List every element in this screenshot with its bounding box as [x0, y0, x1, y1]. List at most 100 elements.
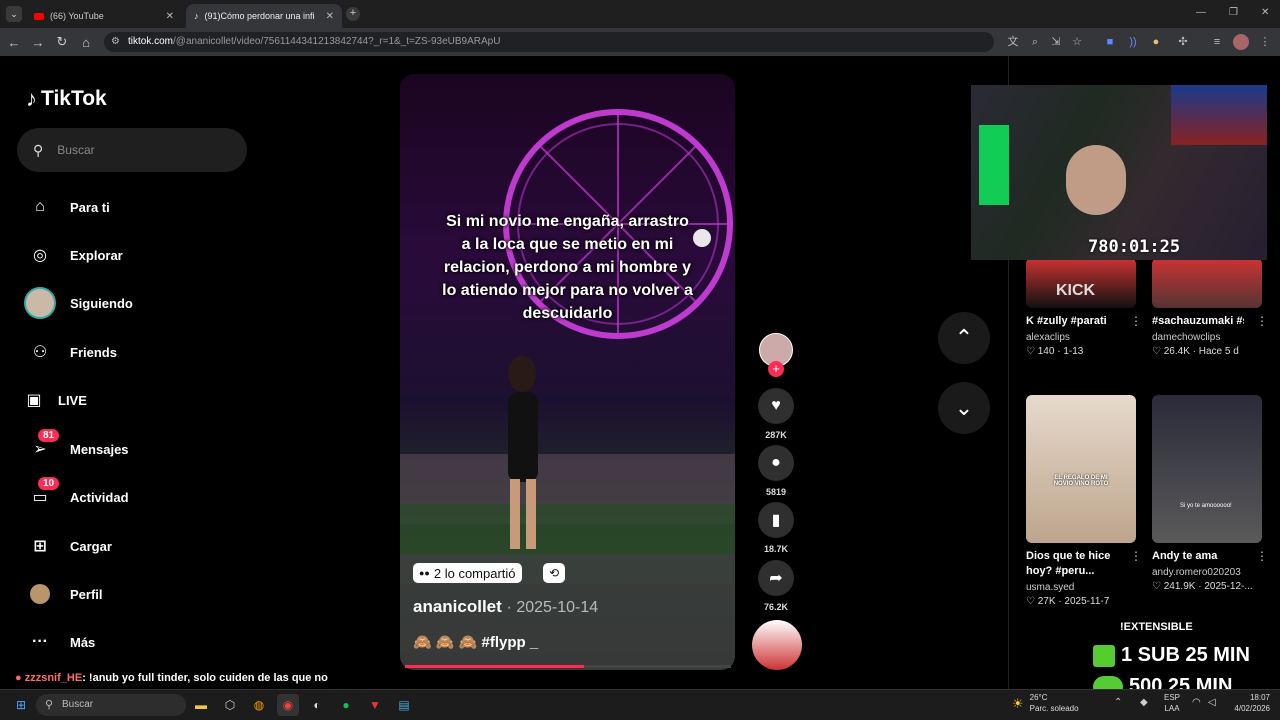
browser-tab-bar: ⌄ (66) YouTube ✕ ♪ (91)Cómo perdonar una… — [0, 0, 1280, 28]
thumbnail[interactable]: Si yo te amoooooo! — [1152, 395, 1262, 543]
audio-extension-icon[interactable]: )) — [1125, 34, 1141, 50]
card-user[interactable]: damechowclips — [1152, 332, 1262, 343]
install-icon[interactable]: ⇲ — [1048, 34, 1064, 50]
input-language[interactable]: ESP LAA — [1164, 692, 1180, 714]
video-author[interactable]: ananicollet · 2025-10-14 — [413, 597, 598, 617]
video-hashtags[interactable]: 🙈 🙈 🙈 #flypp _ — [413, 633, 538, 651]
recommended-card[interactable]: KICK K #zully #parati ⋮ alexaclips ♡ 140… — [1026, 258, 1142, 357]
sub-rate: 1 SUB 25 MIN — [1093, 644, 1250, 667]
thumbnail[interactable]: KICK — [1026, 258, 1136, 308]
thumbnail[interactable] — [1152, 258, 1262, 308]
video-progress-bar[interactable] — [405, 665, 731, 668]
forward-icon[interactable]: → — [26, 35, 50, 50]
shared-by-chip[interactable]: ●● 2 lo compartió — [413, 563, 522, 583]
card-user[interactable]: andy.romero020203 — [1152, 567, 1262, 578]
menu-kebab-icon[interactable]: ⋮ — [1257, 34, 1273, 50]
previous-video-button[interactable]: ⌃ — [938, 312, 990, 364]
site-info-icon[interactable]: ⚙ — [111, 32, 120, 52]
close-icon[interactable]: ✕ — [326, 11, 334, 22]
more-options-icon[interactable]: ⋮ — [1256, 549, 1268, 563]
media-control-icon[interactable]: ≡ — [1209, 34, 1225, 50]
comment-action[interactable]: ● 5819 — [758, 445, 794, 497]
taskbar-clock[interactable]: 18:07 4/02/2026 — [1226, 692, 1270, 714]
like-count: 287K — [765, 430, 787, 440]
extension-icon[interactable]: ● — [1148, 34, 1164, 50]
bookmark-star-icon[interactable]: ☆ — [1069, 34, 1085, 50]
card-user[interactable]: usma.syed — [1026, 582, 1136, 593]
nav-live[interactable]: ▣ LIVE — [18, 382, 86, 418]
chrome-icon[interactable]: ◉ — [277, 694, 299, 716]
music-disc-icon[interactable] — [752, 620, 802, 670]
bookmark-icon[interactable]: ▮ — [758, 502, 794, 538]
back-icon[interactable]: ← — [2, 35, 26, 50]
nav-mas[interactable]: ··· Más — [24, 624, 95, 660]
recommended-card[interactable]: EL REGALO DE MI NOVIO VINO ROTO Dios que… — [1026, 395, 1142, 607]
nav-mensajes[interactable]: ➢ 81 Mensajes — [24, 429, 129, 467]
more-options-icon[interactable]: ⋮ — [1130, 549, 1142, 563]
heart-icon[interactable]: ♥ — [758, 388, 794, 424]
tab-tiktok[interactable]: ♪ (91)Cómo perdonar una infidelid ✕ — [186, 4, 342, 28]
reload-icon[interactable]: ↻ — [50, 34, 74, 50]
more-options-icon[interactable]: ⋮ — [1130, 314, 1142, 328]
valorant-icon[interactable]: ▼ — [364, 694, 386, 716]
share-icon[interactable]: ➦ — [758, 560, 794, 596]
obs-icon[interactable]: ◐ — [306, 694, 328, 716]
close-icon[interactable]: ✕ — [166, 11, 174, 22]
card-title[interactable]: Dios que te hice hoy? #peru... — [1026, 549, 1136, 579]
minimize-icon[interactable]: — — [1196, 7, 1206, 18]
nav-explorar[interactable]: ◎ Explorar — [24, 237, 123, 273]
nav-siguiendo[interactable]: Siguiendo — [24, 285, 133, 321]
app-icon[interactable]: ⬡ — [219, 694, 241, 716]
extensions-puzzle-icon[interactable]: ✣ — [1175, 34, 1191, 50]
extension-icon[interactable]: ■ — [1102, 34, 1118, 50]
new-tab-button[interactable]: + — [346, 7, 360, 21]
repost-icon[interactable]: ⟲ — [543, 563, 565, 583]
file-explorer-icon[interactable]: ▬ — [190, 694, 212, 716]
tiktok-logo[interactable]: ♪ TikTok — [26, 86, 107, 112]
tab-youtube[interactable]: (66) YouTube ✕ — [26, 4, 182, 28]
card-title[interactable]: #sachauzumaki #sachauzumakicl... — [1152, 314, 1244, 329]
nav-actividad[interactable]: ▭ 10 Actividad — [24, 477, 129, 515]
card-title[interactable]: K #zully #parati — [1026, 314, 1136, 329]
sub-rate-text: 1 SUB 25 MIN — [1121, 644, 1250, 666]
address-bar[interactable]: ⚙ tiktok.com/@ananicollet/video/75611443… — [104, 32, 994, 52]
author-username[interactable]: ananicollet — [413, 597, 502, 616]
volume-icon[interactable]: ◁ — [1208, 697, 1216, 708]
share-action[interactable]: ➦ 76.2K — [758, 560, 794, 612]
like-action[interactable]: ♥ 287K — [758, 388, 794, 440]
weather-widget[interactable]: ☀ 26°C Parc. soleado — [1012, 692, 1079, 714]
zoom-icon[interactable]: ⌕ — [1027, 34, 1043, 50]
tab-list-chevron-icon[interactable]: ⌄ — [6, 6, 22, 22]
close-window-icon[interactable]: ✕ — [1261, 7, 1269, 18]
save-action[interactable]: ▮ 18.7K — [758, 502, 794, 554]
spotify-icon[interactable]: ● — [335, 694, 357, 716]
profile-avatar[interactable] — [1233, 34, 1249, 50]
taskbar-search[interactable]: ⚲ Buscar — [36, 694, 186, 716]
wifi-icon[interactable]: ◠ — [1192, 697, 1201, 708]
nav-friends[interactable]: ⚇ Friends — [24, 334, 117, 370]
comment-count: 5819 — [765, 487, 787, 497]
nav-cargar[interactable]: ⊞ Cargar — [24, 528, 112, 564]
notepad-icon[interactable]: ▤ — [393, 694, 415, 716]
more-options-icon[interactable]: ⋮ — [1256, 314, 1268, 328]
restore-icon[interactable]: ❐ — [1229, 7, 1238, 18]
next-video-button[interactable]: ⌄ — [938, 382, 990, 434]
recommended-card[interactable]: Si yo te amoooooo! Andy te ama ⋮ andy.ro… — [1152, 395, 1268, 592]
compass-icon: ◎ — [33, 247, 47, 264]
home-browser-icon[interactable]: ⌂ — [74, 35, 98, 50]
translate-icon[interactable]: 文 — [1005, 34, 1021, 50]
thumbnail[interactable]: EL REGALO DE MI NOVIO VINO ROTO — [1026, 395, 1136, 543]
follow-plus-button[interactable]: + — [768, 361, 784, 377]
pc-lights — [979, 125, 1009, 205]
recommended-card[interactable]: #sachauzumaki #sachauzumakicl... ⋮ damec… — [1152, 258, 1268, 357]
windows-start-icon[interactable]: ⊞ — [10, 694, 32, 716]
comment-icon[interactable]: ● — [758, 445, 794, 481]
card-title[interactable]: Andy te ama — [1152, 549, 1262, 564]
nav-para-ti[interactable]: ⌂ Para ti — [24, 189, 110, 225]
overwolf-icon[interactable]: ◍ — [248, 694, 270, 716]
search-input[interactable]: ⚲ Buscar — [17, 128, 247, 172]
card-user[interactable]: alexaclips — [1026, 332, 1136, 343]
nav-perfil[interactable]: Perfil — [24, 576, 103, 612]
tray-app-icon[interactable]: ◆ — [1140, 697, 1148, 708]
tray-chevron-icon[interactable]: ⌃ — [1114, 697, 1122, 708]
